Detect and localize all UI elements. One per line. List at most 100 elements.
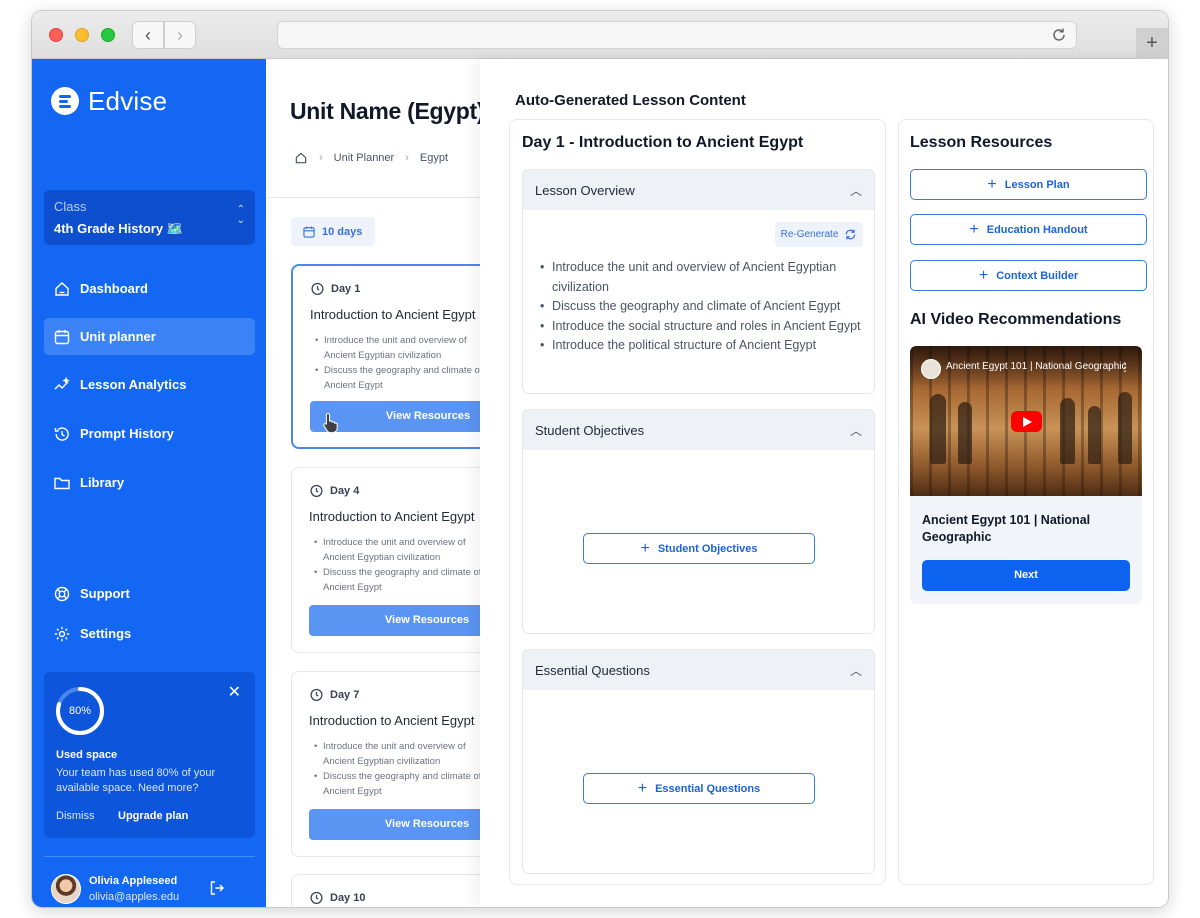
class-value: 4th Grade History 🗺️ [54, 221, 183, 236]
sidebar-item-support[interactable]: Support [44, 575, 255, 612]
sidebar-item-lesson-analytics[interactable]: Lesson Analytics [44, 366, 255, 403]
dismiss-link[interactable]: Dismiss [56, 810, 95, 822]
play-icon[interactable] [1011, 411, 1042, 432]
day-label: Day 10 [309, 890, 365, 905]
logout-icon[interactable] [208, 879, 226, 897]
chevron-up-down-icon: ⌃ ⌄ [236, 204, 245, 226]
list-item: Discuss the geography and climate of Anc… [314, 565, 480, 595]
list-item: Introduce the social structure and roles… [540, 317, 870, 337]
breadcrumb-item[interactable]: Egypt [420, 152, 448, 164]
back-button[interactable]: ‹ [132, 21, 164, 49]
sidebar-item-dashboard[interactable]: Dashboard [44, 270, 255, 307]
day-card[interactable]: Day 4 Introduction to Ancient Egypt Intr… [291, 467, 480, 653]
upgrade-plan-link[interactable]: Upgrade plan [118, 810, 188, 822]
minimize-window-button[interactable] [75, 28, 89, 42]
address-bar[interactable] [277, 21, 1077, 49]
sidebar-item-label: Unit planner [80, 329, 156, 344]
sidebar-item-label: Lesson Analytics [80, 377, 187, 392]
history-icon [54, 426, 69, 441]
button-label: Education Handout [986, 223, 1088, 236]
day-card[interactable]: Day 1 Introduction to Ancient Egypt Intr… [291, 264, 480, 449]
plus-icon: + [637, 779, 648, 797]
view-resources-button[interactable]: View Resources [309, 809, 480, 840]
day-number: Day 10 [330, 891, 366, 904]
lesson-overview-body: Re-Generate Introduce the unit and overv… [523, 210, 874, 393]
sidebar-item-label: Dashboard [80, 281, 148, 296]
add-student-objectives-button[interactable]: + Student Objectives [583, 533, 815, 564]
home-icon[interactable] [294, 151, 308, 165]
plus-icon: + [969, 220, 979, 238]
calendar-icon [54, 329, 70, 344]
day-card[interactable]: Day 10 [291, 874, 480, 907]
day-number: Day 7 [330, 688, 360, 701]
next-button[interactable]: Next [922, 560, 1130, 591]
brand-logo[interactable]: Edvise [51, 85, 167, 117]
sidebar-item-settings[interactable]: Settings [44, 615, 255, 652]
day-number: Day 4 [330, 484, 360, 497]
sidebar-item-label: Library [80, 475, 125, 490]
lesson-overview-section: Lesson Overview ︿ Re-Generate Introduce … [522, 169, 875, 394]
button-label: Lesson Plan [1004, 178, 1070, 191]
more-options-icon[interactable]: ⋮ [1119, 360, 1131, 374]
breadcrumb: › Unit Planner › Egypt [294, 151, 448, 165]
brand-name: Edvise [88, 85, 168, 116]
user-name: Olivia Appleseed [89, 875, 178, 887]
maximize-window-button[interactable] [101, 28, 115, 42]
home-icon [55, 281, 69, 296]
breadcrumb-item[interactable]: Unit Planner [334, 152, 395, 164]
essential-questions-header[interactable]: Essential Questions ︿ [523, 650, 874, 690]
storage-usage-card: 80% ✕ Used space Your team has used 80% … [44, 672, 255, 838]
section-title: Student Objectives [535, 422, 645, 438]
close-window-button[interactable] [49, 28, 63, 42]
video-thumbnail[interactable]: Ancient Egypt 101 | National Geographic … [910, 346, 1142, 496]
channel-avatar [921, 359, 941, 379]
plus-icon: + [978, 266, 989, 284]
lesson-overview-header[interactable]: Lesson Overview ︿ [523, 170, 874, 210]
storage-message: Your team has used 80% of your available… [56, 767, 216, 794]
lesson-overview-list: Introduce the unit and overview of Ancie… [540, 258, 870, 356]
browser-window: ‹ › + Edvise Class 4th Grade History 🗺️ … [32, 11, 1168, 907]
timer-icon [310, 891, 323, 904]
day-card[interactable]: Day 7 Introduction to Ancient Egypt Intr… [291, 671, 480, 857]
day-label: Day 4 [309, 483, 359, 498]
chevron-up-icon[interactable]: ︿ [850, 182, 862, 199]
lesson-card: Day 1 - Introduction to Ancient Egypt Le… [509, 119, 886, 885]
education-handout-button[interactable]: + Education Handout [910, 214, 1147, 245]
class-selector[interactable]: Class 4th Grade History 🗺️ ⌃ ⌄ [44, 190, 255, 245]
button-label: Essential Questions [655, 782, 761, 795]
close-icon[interactable]: ✕ [228, 682, 241, 702]
day-summary: Introduce the unit and overview of Ancie… [315, 333, 480, 393]
context-builder-button[interactable]: + Context Builder [910, 260, 1147, 291]
new-tab-button[interactable]: + [1136, 28, 1168, 59]
essential-questions-section: Essential Questions ︿ + Essential Questi… [522, 649, 875, 874]
lesson-content-panel: Auto-Generated Lesson Content Day 1 - In… [480, 59, 1168, 907]
add-essential-questions-button[interactable]: + Essential Questions [583, 773, 815, 804]
day-label: Day 1 [310, 281, 360, 296]
chevron-up-icon[interactable]: ︿ [850, 662, 862, 679]
support-icon [54, 586, 70, 601]
sidebar-item-unit-planner[interactable]: Unit planner [44, 318, 255, 355]
view-resources-button[interactable]: View Resources [309, 605, 480, 636]
sidebar-item-library[interactable]: Library [44, 464, 255, 501]
pointer-cursor-icon [323, 412, 338, 433]
sidebar-item-label: Prompt History [80, 426, 174, 441]
day-number: Day 1 [331, 282, 361, 295]
reload-icon[interactable] [1050, 26, 1068, 44]
sidebar-item-prompt-history[interactable]: Prompt History [44, 415, 255, 452]
lesson-plan-button[interactable]: + Lesson Plan [910, 169, 1147, 200]
list-item: Discuss the geography and climate of Anc… [314, 769, 480, 799]
day-summary: Introduce the unit and overview of Ancie… [314, 739, 480, 799]
button-label: Student Objectives [657, 542, 758, 555]
chevron-up-icon[interactable]: ︿ [850, 422, 862, 439]
sidebar: Edvise Class 4th Grade History 🗺️ ⌃ ⌄ Das… [32, 59, 266, 907]
student-objectives-header[interactable]: Student Objectives ︿ [523, 410, 874, 450]
list-item: Introduce the unit and overview of Ancie… [314, 535, 480, 565]
video-recommendations-title: AI Video Recommendations [910, 311, 1122, 328]
regenerate-button[interactable]: Re-Generate [775, 222, 863, 247]
list-item: Introduce the unit and overview of Ancie… [315, 333, 480, 363]
avatar[interactable] [51, 874, 81, 904]
forward-button[interactable]: › [164, 21, 196, 49]
plus-icon: + [987, 175, 997, 193]
plus-icon: + [1146, 32, 1158, 54]
page-title: Unit Name (Egypt) [290, 98, 480, 124]
